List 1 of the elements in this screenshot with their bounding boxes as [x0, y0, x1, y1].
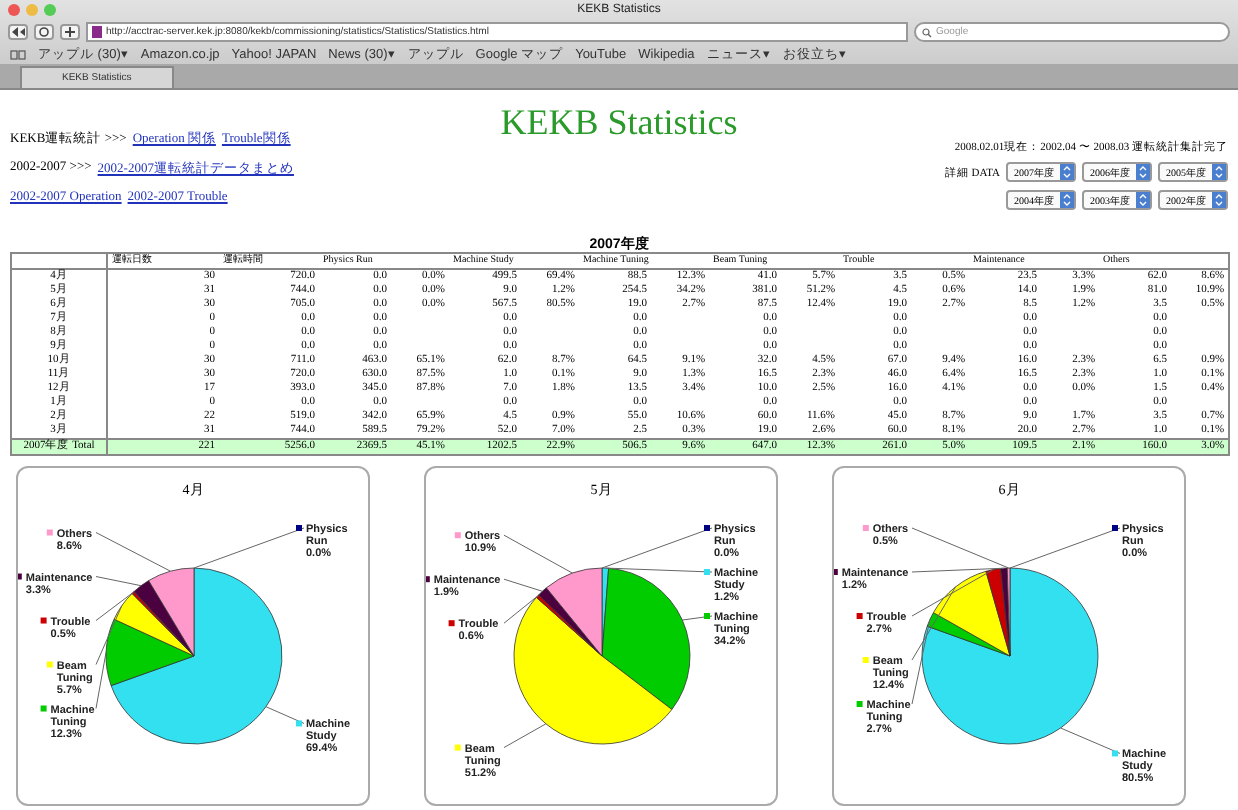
- page-title: KEKB Statistics: [500, 100, 738, 146]
